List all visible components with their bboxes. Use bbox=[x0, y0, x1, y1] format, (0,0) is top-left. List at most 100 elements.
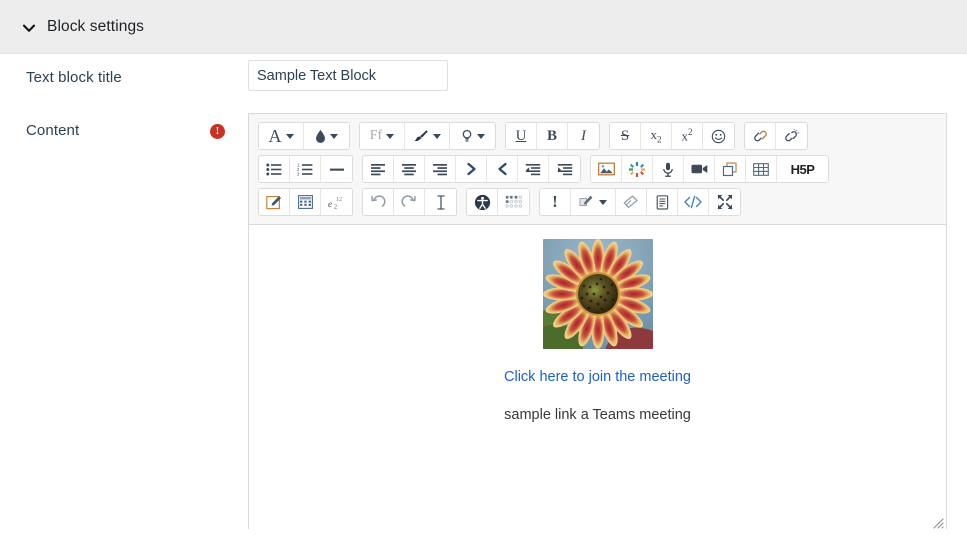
numbered-list-button[interactable]: 1 2 3 bbox=[290, 156, 321, 182]
sparkle-icon bbox=[629, 161, 645, 177]
unlink-button[interactable] bbox=[776, 123, 807, 149]
font-color-button[interactable] bbox=[405, 123, 450, 149]
align-right-button[interactable] bbox=[425, 156, 456, 182]
background-color-button[interactable] bbox=[304, 123, 349, 149]
eraser-button[interactable] bbox=[616, 189, 647, 215]
record-audio-button[interactable] bbox=[653, 156, 684, 182]
equation-editor-button[interactable] bbox=[259, 189, 290, 215]
resize-grip-icon[interactable] bbox=[930, 515, 944, 529]
svg-text:2: 2 bbox=[334, 204, 337, 210]
subscript-button[interactable]: x2 bbox=[641, 123, 672, 149]
code-icon bbox=[684, 195, 702, 209]
toolbar-group-basic-format: U B I bbox=[505, 122, 600, 150]
table-icon bbox=[753, 162, 769, 176]
draw-button[interactable] bbox=[571, 189, 616, 215]
insert-media-button[interactable] bbox=[622, 156, 653, 182]
underline-button[interactable]: U bbox=[506, 123, 537, 149]
accessibility-checker-button[interactable] bbox=[467, 189, 498, 215]
editor-paragraph-text: sample link a Teams meeting bbox=[504, 407, 691, 423]
toolbar-group-script: S x2 x2 bbox=[609, 122, 735, 150]
chevron-right-icon bbox=[466, 162, 476, 176]
svg-text:12: 12 bbox=[336, 197, 342, 203]
chevron-left-icon bbox=[497, 162, 507, 176]
screenreader-helper-button[interactable] bbox=[498, 189, 529, 215]
video-camera-icon bbox=[691, 164, 707, 174]
italic-button[interactable]: I bbox=[568, 123, 599, 149]
sunflower-image[interactable] bbox=[542, 239, 653, 349]
svg-text:e: e bbox=[328, 199, 332, 209]
text-block-title-input[interactable] bbox=[248, 60, 448, 91]
underline-icon: U bbox=[515, 127, 527, 144]
strikethrough-button[interactable]: S bbox=[610, 123, 641, 149]
block-settings-section-header[interactable]: Block settings bbox=[0, 0, 967, 54]
braille-icon bbox=[504, 195, 522, 208]
text-block-title-label: Text block title bbox=[26, 69, 122, 86]
chevron-down-icon bbox=[433, 133, 441, 139]
insert-character-button[interactable]: ! bbox=[540, 189, 571, 215]
align-left-icon bbox=[371, 163, 385, 175]
style-paragraph-button[interactable]: A bbox=[259, 123, 304, 149]
fullscreen-button[interactable] bbox=[709, 189, 740, 215]
outdent-icon bbox=[525, 163, 541, 175]
link-icon bbox=[753, 130, 767, 142]
editor-toolbar: A Ff U B I S x2 x2 1 2 3 H5P e 2 12 ! bbox=[249, 114, 946, 225]
pen-paper-icon bbox=[579, 195, 593, 206]
indent-button[interactable] bbox=[549, 156, 580, 182]
text-cursor-icon bbox=[436, 194, 445, 210]
toolbar-row-2: 1 2 3 H5P bbox=[258, 154, 946, 184]
droplet-icon bbox=[316, 129, 325, 143]
toolbar-group-equation: e 2 12 bbox=[258, 188, 353, 216]
emoticon-button[interactable] bbox=[703, 123, 734, 149]
microphone-icon bbox=[663, 162, 673, 177]
superscript-button[interactable]: x2 bbox=[672, 123, 703, 149]
calculator-button[interactable] bbox=[290, 189, 321, 215]
font-family-button[interactable]: Ff bbox=[360, 123, 405, 149]
toolbar-group-style: A bbox=[258, 122, 350, 150]
align-center-button[interactable] bbox=[394, 156, 425, 182]
block-settings-page: Block settings Text block title Content … bbox=[0, 0, 967, 540]
insert-image-button[interactable] bbox=[591, 156, 622, 182]
undo-button[interactable] bbox=[363, 189, 394, 215]
paste-document-button[interactable] bbox=[647, 189, 678, 215]
image-icon bbox=[597, 162, 615, 176]
ltr-button[interactable] bbox=[456, 156, 487, 182]
toolbar-group-lists: 1 2 3 bbox=[258, 155, 353, 183]
insert-table-button[interactable] bbox=[746, 156, 777, 182]
join-meeting-link[interactable]: Click here to join the meeting bbox=[263, 369, 932, 385]
clear-formatting-button[interactable] bbox=[425, 189, 456, 215]
horizontal-rule-icon bbox=[329, 168, 344, 171]
rtl-button[interactable] bbox=[487, 156, 518, 182]
align-right-icon bbox=[433, 163, 447, 175]
redo-icon bbox=[401, 195, 416, 207]
h5p-icon: H5P bbox=[790, 161, 815, 177]
outdent-button[interactable] bbox=[518, 156, 549, 182]
toolbar-group-media: H5P bbox=[590, 155, 829, 183]
h5p-button[interactable]: H5P bbox=[777, 156, 828, 182]
copy-files-icon bbox=[722, 161, 737, 176]
toolbar-group-links bbox=[744, 122, 808, 150]
align-center-icon bbox=[402, 163, 416, 175]
font-family-icon: Ff bbox=[369, 128, 383, 143]
align-left-button[interactable] bbox=[363, 156, 394, 182]
horizontal-rule-button[interactable] bbox=[321, 156, 352, 182]
bold-button[interactable]: B bbox=[537, 123, 568, 149]
highlight-button[interactable] bbox=[450, 123, 495, 149]
manage-files-button[interactable] bbox=[715, 156, 746, 182]
chevron-down-icon[interactable] bbox=[22, 21, 36, 35]
bold-icon: B bbox=[546, 127, 557, 144]
smiley-icon bbox=[711, 129, 726, 143]
editor-document: Click here to join the meeting sample li… bbox=[263, 239, 932, 423]
chemistry-editor-button[interactable]: e 2 12 bbox=[321, 189, 352, 215]
record-video-button[interactable] bbox=[684, 156, 715, 182]
accessibility-icon bbox=[474, 194, 490, 210]
toolbar-group-font: Ff bbox=[359, 122, 496, 150]
svg-text:3: 3 bbox=[297, 171, 300, 175]
link-button[interactable] bbox=[745, 123, 776, 149]
toolbar-row-1: A Ff U B I S x2 x2 bbox=[258, 121, 946, 151]
subscript-icon: x2 bbox=[650, 127, 662, 145]
italic-icon: I bbox=[581, 127, 586, 144]
bulleted-list-button[interactable] bbox=[259, 156, 290, 182]
redo-button[interactable] bbox=[394, 189, 425, 215]
html-source-button[interactable] bbox=[678, 189, 709, 215]
editor-content-area[interactable]: Click here to join the meeting sample li… bbox=[249, 225, 946, 531]
